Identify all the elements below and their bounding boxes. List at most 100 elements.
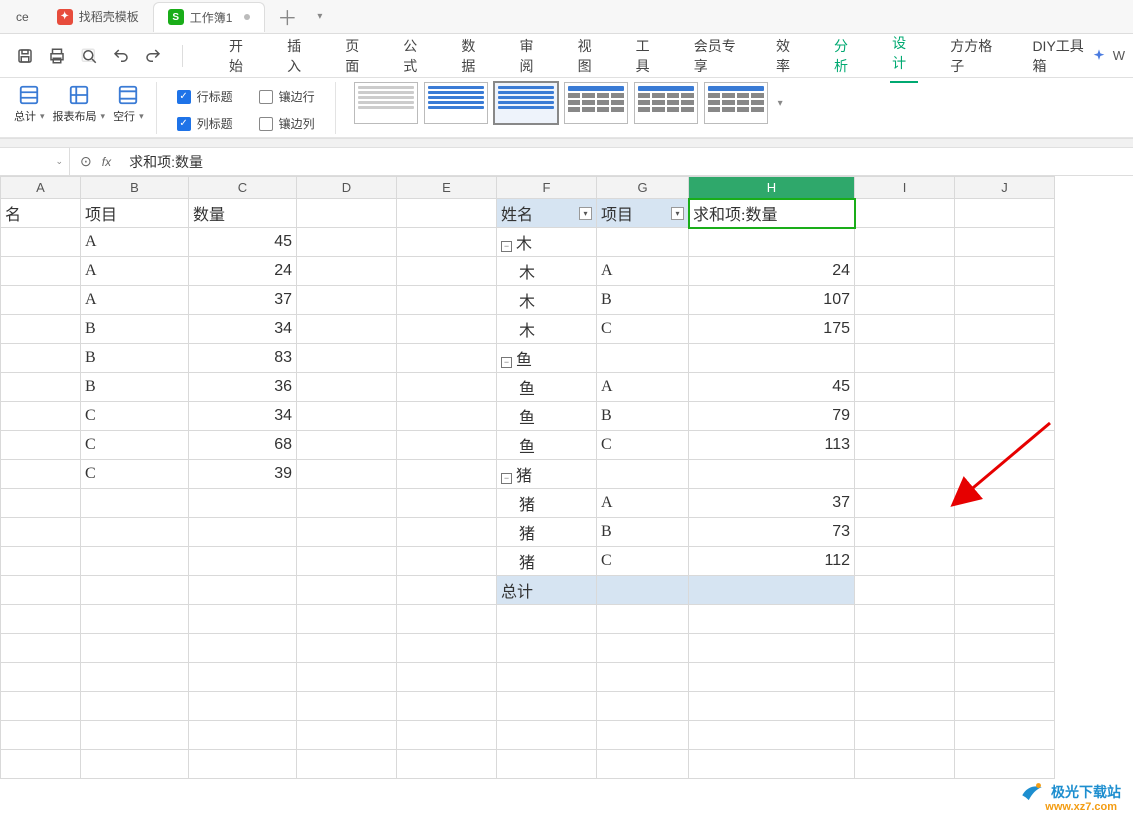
cell[interactable] [297, 431, 397, 460]
pivot-style-4[interactable] [564, 82, 628, 124]
cell[interactable] [1, 431, 81, 460]
print-preview-icon[interactable] [80, 47, 98, 65]
cell[interactable]: 175 [689, 315, 855, 344]
cell[interactable] [689, 228, 855, 257]
cell[interactable] [397, 518, 497, 547]
cell[interactable] [297, 257, 397, 286]
cell[interactable] [689, 460, 855, 489]
cell[interactable]: C [81, 460, 189, 489]
cell[interactable] [955, 547, 1055, 576]
cell[interactable] [81, 692, 189, 721]
cell[interactable] [1, 460, 81, 489]
cell[interactable] [1, 692, 81, 721]
blank-row-button[interactable]: 空行 [109, 82, 148, 126]
cell[interactable]: 68 [189, 431, 297, 460]
cell[interactable] [1, 547, 81, 576]
workbook-tab[interactable]: S 工作簿1 [153, 2, 266, 32]
cell[interactable]: 36 [189, 373, 297, 402]
cell[interactable] [497, 605, 597, 634]
cell[interactable] [297, 634, 397, 663]
menu-review[interactable]: 审阅 [517, 32, 545, 80]
cell[interactable]: C [81, 402, 189, 431]
menu-formula[interactable]: 公式 [401, 32, 429, 80]
cell[interactable] [297, 692, 397, 721]
menu-tools[interactable]: 工具 [634, 32, 662, 80]
pivot-header-name[interactable]: 姓名▾ [497, 199, 597, 228]
cell[interactable] [189, 692, 297, 721]
cell[interactable]: B [81, 344, 189, 373]
cell[interactable] [1, 315, 81, 344]
cell[interactable] [855, 228, 955, 257]
cell[interactable] [955, 460, 1055, 489]
cell[interactable]: C [597, 431, 689, 460]
collapse-icon[interactable]: − [501, 473, 512, 484]
cell[interactable] [689, 721, 855, 750]
cell[interactable] [855, 663, 955, 692]
cell[interactable] [297, 605, 397, 634]
cell[interactable]: C [597, 315, 689, 344]
cell[interactable] [1, 489, 81, 518]
menu-design[interactable]: 设计 [890, 29, 918, 83]
cell[interactable] [397, 750, 497, 779]
subtotal-button[interactable]: 总计 [10, 82, 49, 126]
cell[interactable]: 83 [189, 344, 297, 373]
cell[interactable] [597, 634, 689, 663]
cell[interactable] [1, 750, 81, 779]
pivot-total-label[interactable]: 总计 [497, 576, 597, 605]
cell[interactable] [1, 721, 81, 750]
cell[interactable] [1, 663, 81, 692]
cell[interactable] [597, 344, 689, 373]
cell[interactable]: A [81, 257, 189, 286]
cell[interactable] [689, 344, 855, 373]
cell[interactable]: A [597, 489, 689, 518]
cell[interactable]: 24 [689, 257, 855, 286]
menu-efficiency[interactable]: 效率 [774, 32, 802, 80]
col-header-A[interactable]: A [1, 177, 81, 199]
cell[interactable] [955, 286, 1055, 315]
cell[interactable] [81, 547, 189, 576]
cell[interactable] [81, 489, 189, 518]
cell[interactable] [297, 663, 397, 692]
cell[interactable] [955, 431, 1055, 460]
ai-icon[interactable] [1091, 48, 1107, 64]
row-header-checkbox[interactable]: ✓行标题 [171, 86, 239, 107]
name-box[interactable]: ⌄ [0, 148, 70, 175]
redo-icon[interactable] [144, 47, 162, 65]
cell[interactable] [855, 692, 955, 721]
filter-dropdown-icon[interactable]: ▾ [671, 207, 684, 220]
cell[interactable] [955, 199, 1055, 228]
cell[interactable] [955, 489, 1055, 518]
cell[interactable] [397, 576, 497, 605]
cell[interactable] [855, 605, 955, 634]
new-tab-button[interactable]: ＋ [265, 2, 309, 31]
cell[interactable] [955, 228, 1055, 257]
cell[interactable] [397, 460, 497, 489]
cell[interactable] [297, 344, 397, 373]
cell[interactable] [397, 431, 497, 460]
template-tab[interactable]: ✦ 找稻壳模板 [43, 2, 153, 31]
cell[interactable] [297, 228, 397, 257]
cell[interactable] [855, 402, 955, 431]
cell[interactable] [955, 663, 1055, 692]
menu-data[interactable]: 数据 [459, 32, 487, 80]
cell[interactable] [497, 750, 597, 779]
cell[interactable] [297, 576, 397, 605]
cell[interactable] [397, 373, 497, 402]
cell[interactable] [855, 460, 955, 489]
cell[interactable]: B [597, 286, 689, 315]
cell[interactable]: A [597, 257, 689, 286]
cell[interactable] [189, 750, 297, 779]
cell[interactable] [855, 518, 955, 547]
banded-col-checkbox[interactable]: 镶边列 [253, 113, 321, 134]
cell[interactable]: 45 [189, 228, 297, 257]
col-header-I[interactable]: I [855, 177, 955, 199]
cell[interactable] [955, 402, 1055, 431]
cell[interactable] [597, 605, 689, 634]
menu-insert[interactable]: 插入 [285, 32, 313, 80]
cell[interactable] [689, 692, 855, 721]
cell[interactable] [955, 750, 1055, 779]
cell[interactable] [1, 344, 81, 373]
cell[interactable]: 39 [189, 460, 297, 489]
pivot-header-item[interactable]: 项目▾ [597, 199, 689, 228]
cell[interactable] [689, 663, 855, 692]
